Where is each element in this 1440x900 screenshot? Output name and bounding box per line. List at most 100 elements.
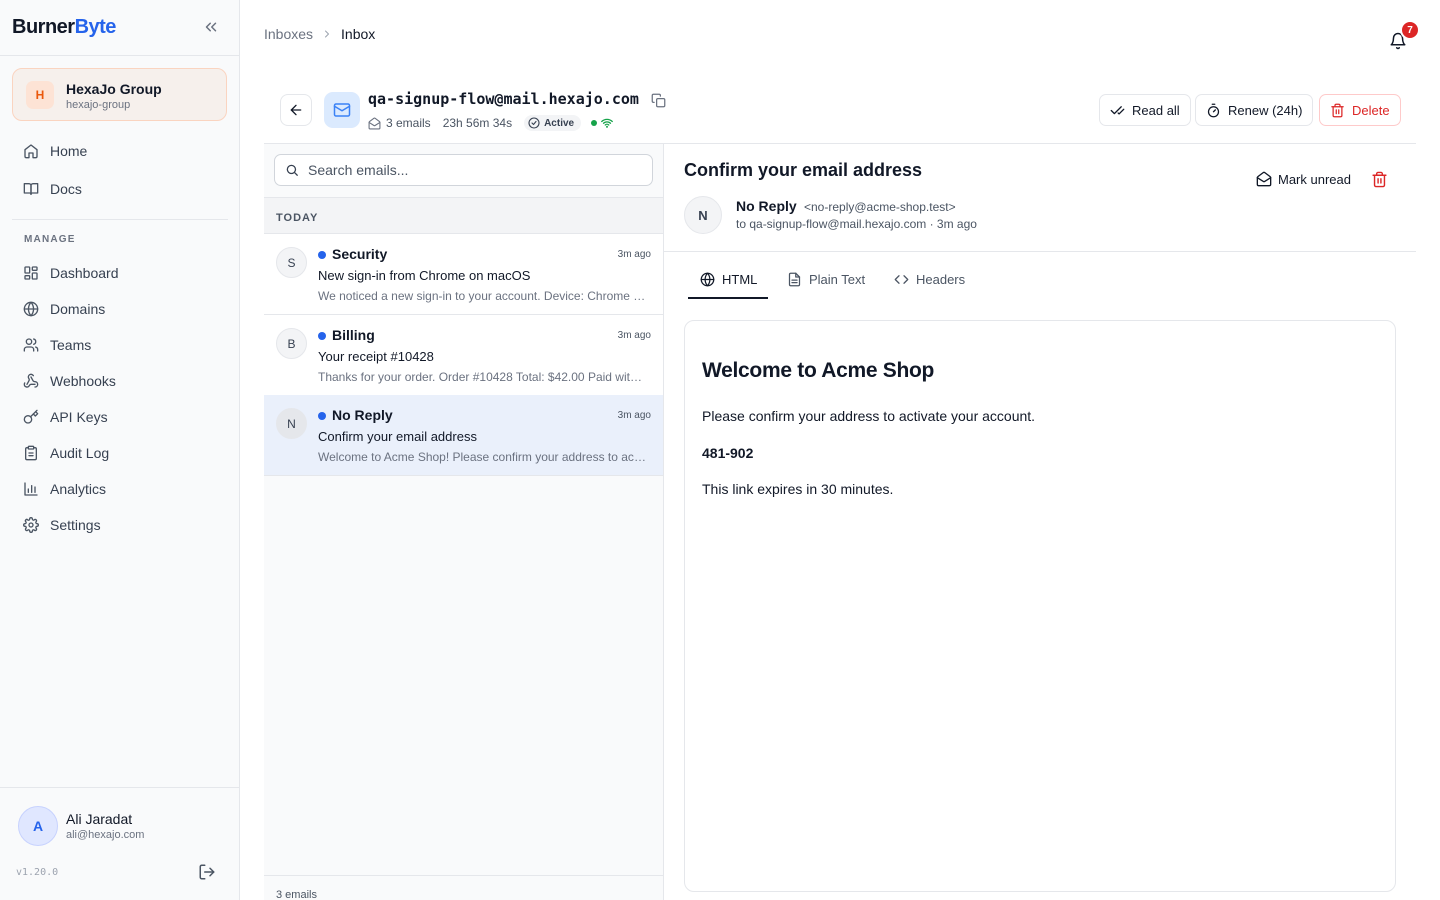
live-dot <box>591 120 598 126</box>
sidebar-item-label: Domains <box>50 301 106 317</box>
tab-plain-text[interactable]: Plain Text <box>787 272 865 300</box>
sidebar-item-home[interactable]: Home <box>12 135 228 167</box>
inbox-icon-tile <box>324 92 360 128</box>
arrow-left-icon <box>290 104 302 116</box>
sender-email: <no-reply@acme-shop.test> <box>804 200 956 214</box>
wifi-icon <box>601 118 613 128</box>
renew-button[interactable]: Renew (24h) <box>1195 94 1314 126</box>
active-tab-indicator <box>688 297 768 299</box>
sidebar-item-analytics[interactable]: Analytics <box>12 473 228 505</box>
list-footer-count: 3 emails <box>264 875 663 900</box>
inbox-address: qa-signup-flow@mail.hexajo.com <box>368 90 639 108</box>
email-preview: We noticed a new sign-in to your account… <box>318 289 648 303</box>
unread-dot <box>318 332 326 340</box>
back-button[interactable] <box>280 94 312 126</box>
tab-label: Headers <box>916 272 966 287</box>
mark-unread-label: Mark unread <box>1278 171 1351 187</box>
unread-dot <box>318 251 326 259</box>
list-item[interactable]: B Billing 3m ago Your receipt #10428 Tha… <box>264 315 663 396</box>
file-text-icon <box>788 272 801 287</box>
read-all-label: Read all <box>1132 102 1180 118</box>
sidebar-divider <box>0 55 240 56</box>
list-item[interactable]: S Security 3m ago New sign-in from Chrom… <box>264 234 663 315</box>
status-label: Active <box>544 117 575 129</box>
email-subject: Your receipt #10428 <box>318 349 434 364</box>
email-list-pane: TODAY S Security 3m ago New sign-in from… <box>264 144 664 900</box>
mark-unread-button[interactable]: Mark unread <box>1256 171 1351 187</box>
email-heading: Welcome to Acme Shop <box>702 359 935 382</box>
book-icon <box>23 183 39 195</box>
sender-avatar: N <box>276 408 307 439</box>
email-subject: New sign-in from Chrome on macOS <box>318 268 531 283</box>
collapse-sidebar-icon[interactable] <box>202 18 220 36</box>
copy-icon[interactable] <box>651 93 666 108</box>
sidebar-item-label: Audit Log <box>50 445 110 461</box>
breadcrumb-inboxes[interactable]: Inboxes <box>264 26 313 42</box>
home-icon <box>24 144 38 159</box>
email-paragraph: This link expires in 30 minutes. <box>702 481 894 497</box>
verification-code: 481-902 <box>702 445 754 461</box>
breadcrumb: Inboxes Inbox <box>264 26 375 42</box>
breadcrumb-current: Inbox <box>341 26 376 42</box>
bar-chart-icon <box>24 482 38 496</box>
list-group-header: TODAY <box>264 197 663 234</box>
inbox-meta: 3 emails 23h 56m 34s Active <box>368 115 613 131</box>
clipboard-icon <box>25 445 37 461</box>
brand-logo[interactable]: BurnerByte <box>12 16 116 39</box>
sender-avatar: N <box>684 196 722 234</box>
sender-name: Security <box>332 246 388 262</box>
app-version: v1.20.0 <box>16 867 59 878</box>
sidebar-item-label: Home <box>50 143 88 159</box>
gear-icon <box>23 517 39 533</box>
search-input[interactable] <box>308 162 628 178</box>
sidebar-item-api-keys[interactable]: API Keys <box>12 401 228 433</box>
user-name: Ali Jaradat <box>66 811 133 827</box>
sidebar-item-label: API Keys <box>50 409 108 425</box>
sidebar-item-label: Webhooks <box>50 373 116 389</box>
sidebar-item-webhooks[interactable]: Webhooks <box>12 365 228 397</box>
sender-avatar: B <box>276 328 307 359</box>
search-box[interactable] <box>274 154 653 186</box>
tab-headers[interactable]: Headers <box>894 272 965 300</box>
sidebar-item-domains[interactable]: Domains <box>12 293 228 325</box>
org-name: HexaJo Group <box>66 81 162 97</box>
sidebar-item-docs[interactable]: Docs <box>12 173 228 205</box>
delete-label: Delete <box>1352 102 1390 118</box>
sidebar-item-teams[interactable]: Teams <box>12 329 228 361</box>
users-icon <box>23 338 39 352</box>
email-subject: Confirm your email address <box>318 429 477 444</box>
user-email: ali@hexajo.com <box>66 829 145 841</box>
sidebar-item-audit-log[interactable]: Audit Log <box>12 437 228 469</box>
trash-icon[interactable] <box>1371 171 1388 188</box>
mail-open-icon <box>1256 171 1272 187</box>
tab-html[interactable]: HTML <box>700 272 757 300</box>
trash-icon <box>1331 103 1344 117</box>
check-circle-icon <box>528 117 540 129</box>
sidebar-item-label: Teams <box>50 337 92 353</box>
list-item-selected[interactable]: N No Reply 3m ago Confirm your email add… <box>264 395 663 476</box>
logout-icon[interactable] <box>198 863 216 881</box>
delete-inbox-button[interactable]: Delete <box>1319 94 1401 126</box>
mail-open-icon <box>368 117 381 129</box>
email-preview: Thanks for your order. Order #10428 Tota… <box>318 370 648 384</box>
sidebar-divider <box>0 787 240 788</box>
sidebar-item-dashboard[interactable]: Dashboard <box>12 257 228 289</box>
sidebar-item-label: Analytics <box>50 481 107 497</box>
received-time: 3m ago <box>617 249 651 260</box>
globe-icon <box>23 301 39 317</box>
dashboard-icon <box>24 266 38 280</box>
email-paragraph: Please confirm your address to activate … <box>702 408 1036 424</box>
org-avatar: H <box>26 81 54 109</box>
message-subject: Confirm your email address <box>684 160 923 180</box>
notification-badge: 7 <box>1400 20 1420 40</box>
avatar[interactable]: A <box>18 806 58 846</box>
org-switcher[interactable]: H HexaJo Group hexajo-group <box>12 68 227 121</box>
sidebar-item-settings[interactable]: Settings <box>12 509 228 541</box>
sidebar-item-label: Settings <box>50 517 101 533</box>
sender-name: No Reply <box>736 198 797 214</box>
mail-icon <box>333 103 351 117</box>
renew-label: Renew (24h) <box>1228 102 1303 118</box>
reader-divider <box>664 251 1416 252</box>
sender-avatar: S <box>276 247 307 278</box>
read-all-button[interactable]: Read all <box>1099 94 1191 126</box>
